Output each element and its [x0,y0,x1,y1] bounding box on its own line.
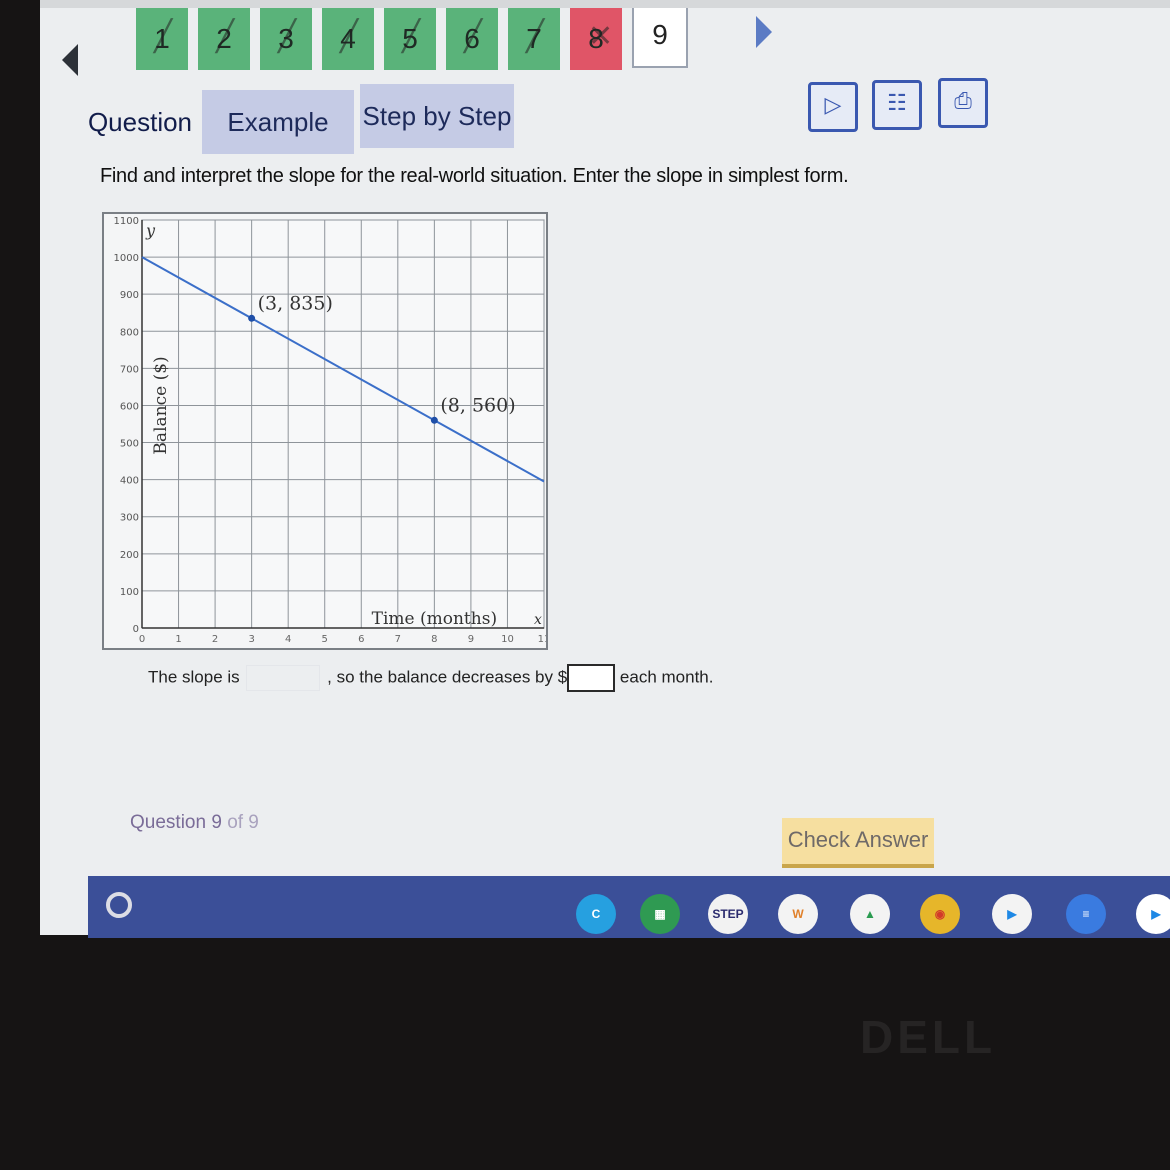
correct-check-icon: ╱ [402,20,421,53]
x-tick-label: 10 [501,634,514,645]
question-nav-5[interactable]: 5 ╱ [384,8,436,70]
tab-step-by-step[interactable]: Step by Step [360,84,514,148]
y-tick-label: 500 [120,439,139,450]
correct-check-icon: ╱ [278,20,297,53]
previous-question-arrow-icon[interactable] [62,44,78,76]
incorrect-mark-icon: ✕ [588,20,614,53]
browser-screen: 1 ╱ 2 ╱ 3 ╱ 4 ╱ 5 ╱ 6 ╱ 7 ╱ 8 ✕ 9 Question Example Step … [40,0,1170,935]
data-point [430,416,438,424]
answer-text-slope: The slope is [148,667,240,687]
wellp-app-icon[interactable]: W [778,894,818,934]
question-prompt: Find and interpret the slope for the rea… [100,165,849,187]
docs-icon[interactable]: ≡ [1066,894,1106,934]
plot-area [141,219,545,629]
y-tick-label: 300 [120,513,139,524]
next-question-arrow-icon[interactable] [756,16,772,48]
y-tick-label: 700 [120,364,139,375]
answer-text-decreases: , so the balance decreases by $ [327,667,568,687]
y-axis-label: Balance ($) [151,356,171,454]
answer-row: The slope is , so the balance decreases … [148,664,713,692]
drive-icon[interactable]: ▲ [850,894,890,934]
answer-text-each-month: each month. [619,667,714,687]
data-point [248,314,256,322]
x-axis-letter: x [534,612,542,628]
launcher-icon[interactable] [106,892,132,918]
os-shelf: C ▦ STEP W ▲ ◉ ▶ ≡ ▶ [88,876,1170,938]
decrease-amount-input[interactable] [567,664,616,692]
graph-svg: 0 1 2 3 4 5 6 7 8 9 10 11 0 100 200 300 400 500 600 700 800 9… [114,216,551,645]
question-nav-4[interactable]: 4 ╱ [322,8,374,70]
play-video-icon[interactable]: ▷ [808,82,858,132]
question-nav-9[interactable]: 9 [632,8,688,68]
check-answer-button[interactable]: Check Answer [782,818,934,868]
question-nav-6[interactable]: 6 ╱ [446,8,498,70]
x-tick-label: 3 [248,634,254,645]
x-tick-label: 9 [468,634,474,645]
correct-check-icon: ╱ [154,20,173,53]
question-nav-number: 9 [652,19,668,50]
y-tick-label: 900 [120,290,139,301]
y-tick-label: 400 [120,476,139,487]
y-axis-letter: y [145,221,156,240]
line-graph: 0 1 2 3 4 5 6 7 8 9 10 11 0 100 200 300 400 500 600 700 800 9… [102,212,551,650]
question-nav-3[interactable]: 3 ╱ [260,8,312,70]
x-tick-label: 7 [395,634,401,645]
slope-input[interactable] [246,665,321,691]
meet-icon[interactable]: ▶ [1136,894,1170,934]
x-tick-label: 11 [538,634,546,645]
question-counter: Question 9 of 9 [130,812,259,834]
x-tick-label: 8 [431,634,437,645]
question-counter-current: Question 9 [130,812,222,833]
x-tick-label: 1 [175,634,181,645]
y-tick-label: 1100 [114,216,139,227]
classroom-app-icon[interactable]: C [576,894,616,934]
x-tick-label: 2 [212,634,218,645]
textbook-icon[interactable]: ☷ [872,80,922,130]
chrome-icon[interactable]: ◉ [920,894,960,934]
y-tick-label: 0 [133,624,139,635]
correct-check-icon: ╱ [340,20,359,53]
print-icon[interactable]: ⎙ [938,78,988,128]
x-tick-label: 6 [358,634,364,645]
y-tick-label: 800 [120,327,139,338]
x-tick-label: 5 [322,634,328,645]
x-tick-label: 4 [285,634,291,645]
step-app-icon[interactable]: STEP [708,894,748,934]
question-counter-total: of 9 [227,812,259,833]
tab-example[interactable]: Example [202,90,354,154]
tab-bar: Question Example Step by Step [40,84,1170,154]
play-store-icon[interactable]: ▶ [992,894,1032,934]
laptop-brand-logo: DELL [860,1011,997,1063]
correct-check-icon: ╱ [526,20,545,53]
correct-check-icon: ╱ [464,20,483,53]
y-tick-label: 1000 [114,253,139,264]
y-tick-label: 100 [120,587,139,598]
y-tick-label: 600 [120,401,139,412]
question-nav-2[interactable]: 2 ╱ [198,8,250,70]
google-classroom-icon[interactable]: ▦ [640,894,680,934]
tab-question[interactable]: Question [80,90,200,154]
x-tick-label: 0 [139,634,145,645]
question-nav-1[interactable]: 1 ╱ [136,8,188,70]
correct-check-icon: ╱ [216,20,235,53]
point-label: (3, 835) [258,292,333,314]
question-nav-7[interactable]: 7 ╱ [508,8,560,70]
x-axis-label: Time (months) [372,609,497,629]
question-nav-8[interactable]: 8 ✕ [570,8,622,70]
y-tick-label: 200 [120,550,139,561]
point-label: (8, 560) [440,394,515,416]
